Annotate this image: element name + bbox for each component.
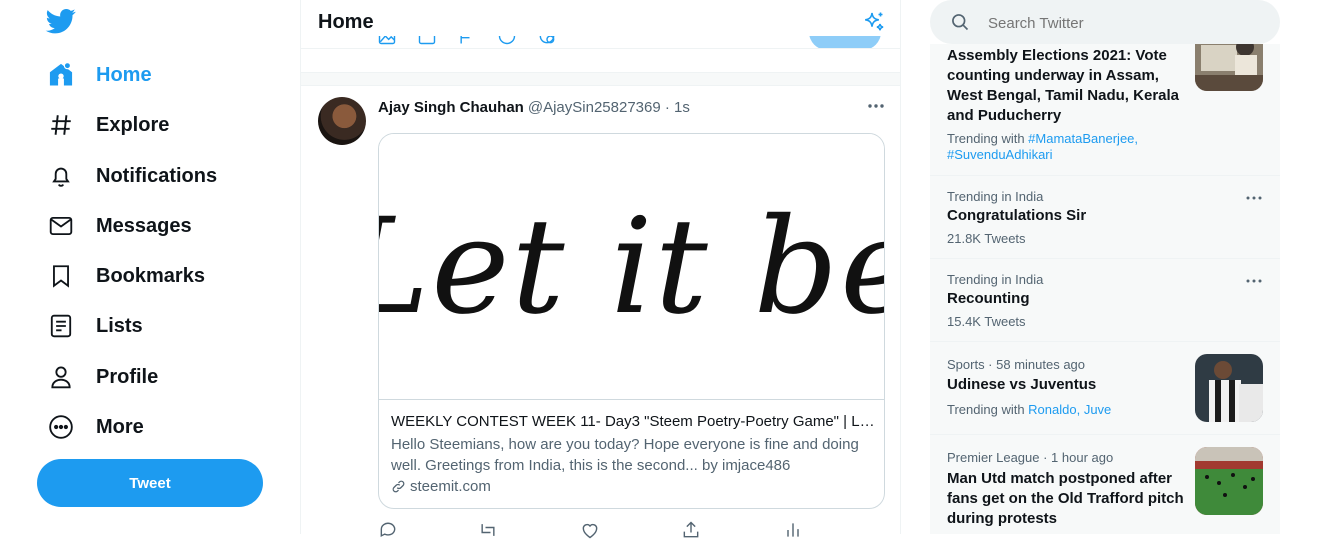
trends-panel: Assembly Elections 2021: Vote counting u… (930, 44, 1280, 534)
nav-item-explore[interactable]: Explore (46, 104, 169, 146)
nav-item-label: Explore (96, 113, 170, 136)
card-image-text: Let it be (379, 190, 884, 344)
link-card[interactable]: Let it be WEEKLY CONTEST WEEK 11- Day3 "… (378, 133, 885, 509)
nav-item-label: Lists (96, 314, 143, 337)
compose-toolbar (301, 36, 900, 49)
envelope-icon (46, 211, 76, 241)
compose-tweet-button[interactable] (809, 36, 881, 48)
timeline: Home Ajay Singh Chauhan @AjaySin25827369 … (300, 0, 901, 539)
media-icon[interactable] (377, 36, 397, 46)
trend-title: Man Utd match postponed after fans get o… (947, 470, 1184, 527)
card-image: Let it be (379, 134, 884, 400)
trend-more-icon[interactable] (1244, 276, 1264, 286)
retweet-icon[interactable] (478, 520, 498, 540)
hashtag-icon (46, 110, 76, 140)
more-circle-icon (46, 412, 76, 442)
nav-item-label: Profile (96, 365, 159, 388)
trend-category: Trending in India (947, 272, 1044, 287)
feed-divider (301, 72, 900, 86)
search-bar[interactable] (930, 0, 1280, 44)
card-domain: steemit.com (391, 478, 491, 495)
trend-item[interactable]: Assembly Elections 2021: Vote counting u… (930, 44, 1280, 176)
trend-title: Recounting (947, 290, 1030, 307)
nav-item-profile[interactable]: Profile (46, 356, 158, 398)
share-icon[interactable] (681, 520, 701, 540)
trend-more-icon[interactable] (1244, 193, 1264, 203)
nav-item-home[interactable]: Home (46, 54, 152, 96)
nav-item-messages[interactable]: Messages (46, 205, 192, 247)
trend-item[interactable]: Sports · 58 minutes ago Udinese vs Juven… (930, 342, 1280, 435)
emoji-icon[interactable] (497, 36, 517, 46)
list-icon (46, 311, 76, 341)
search-icon (952, 14, 969, 31)
trend-thumbnail (1195, 44, 1263, 91)
nav-item-bookmarks[interactable]: Bookmarks (46, 255, 205, 297)
nav-item-notifications[interactable]: Notifications (46, 155, 217, 197)
trend-item[interactable]: Trending in India Recounting 15.4K Tweet… (930, 259, 1280, 342)
sparkle-icon[interactable] (862, 10, 886, 34)
tweet-author-name[interactable]: Ajay Singh Chauhan (378, 99, 524, 116)
search-input[interactable] (986, 10, 1260, 36)
trend-tweet-count: 15.4K Tweets (947, 314, 1026, 329)
trend-category: Sports · 58 minutes ago (947, 357, 1086, 372)
nav-item-label: Messages (96, 214, 192, 237)
nav-item-label: Bookmarks (96, 264, 205, 287)
trend-category: Premier League · 1 hour ago (947, 450, 1114, 465)
card-description: Hello Steemians, how are you today? Hope… (391, 436, 859, 474)
trend-thumbnail (1195, 354, 1263, 422)
twitter-logo-icon[interactable] (45, 6, 77, 36)
trend-title: Congratulations Sir (947, 207, 1087, 224)
link-icon (392, 480, 405, 493)
trend-subtitle: Trending with #MamataBanerjee, #SuvenduA… (947, 131, 1139, 162)
nav-item-label: More (96, 415, 144, 438)
card-title: WEEKLY CONTEST WEEK 11- Day3 "Steem Poet… (391, 413, 876, 430)
trend-title: Udinese vs Juventus (947, 376, 1097, 393)
tweet-header: Ajay Singh Chauhan @AjaySin25827369 · 1s (378, 99, 690, 116)
home-icon (46, 60, 76, 90)
tweet-button[interactable]: Tweet (37, 459, 263, 507)
bell-icon (46, 161, 76, 191)
trend-hashtag-links[interactable]: Ronaldo, Juve (1028, 402, 1111, 417)
tweet-more-icon[interactable] (866, 98, 886, 114)
analytics-icon[interactable] (783, 520, 803, 540)
trend-category: Trending in India (947, 189, 1044, 204)
trend-tweet-count: 21.8K Tweets (947, 231, 1026, 246)
left-navigation: Home Explore Notifications Messages Book… (0, 0, 300, 534)
tweet-author-handle[interactable]: @AjaySin25827369 · 1s (528, 99, 690, 116)
bookmark-icon (46, 261, 76, 291)
gif-icon[interactable] (417, 36, 437, 46)
nav-item-label: Notifications (96, 164, 218, 187)
trend-subtitle: Trending with Ronaldo, Juve (947, 402, 1112, 417)
reply-icon[interactable] (378, 520, 398, 540)
person-icon (46, 362, 76, 392)
trend-title: Assembly Elections 2021: Vote counting u… (947, 47, 1180, 124)
page-title: Home (318, 11, 374, 33)
trend-item[interactable]: Trending in India Congratulations Sir 21… (930, 176, 1280, 259)
avatar[interactable] (318, 97, 366, 145)
nav-item-label: Home (96, 63, 152, 86)
trend-thumbnail (1195, 447, 1263, 515)
schedule-icon[interactable] (537, 36, 557, 46)
card-domain-text: steemit.com (410, 478, 491, 495)
trend-item[interactable]: Premier League · 1 hour ago Man Utd matc… (930, 435, 1280, 534)
nav-item-more[interactable]: More (46, 406, 144, 448)
poll-icon[interactable] (457, 36, 477, 46)
like-icon[interactable] (580, 520, 600, 540)
nav-item-lists[interactable]: Lists (46, 305, 143, 347)
